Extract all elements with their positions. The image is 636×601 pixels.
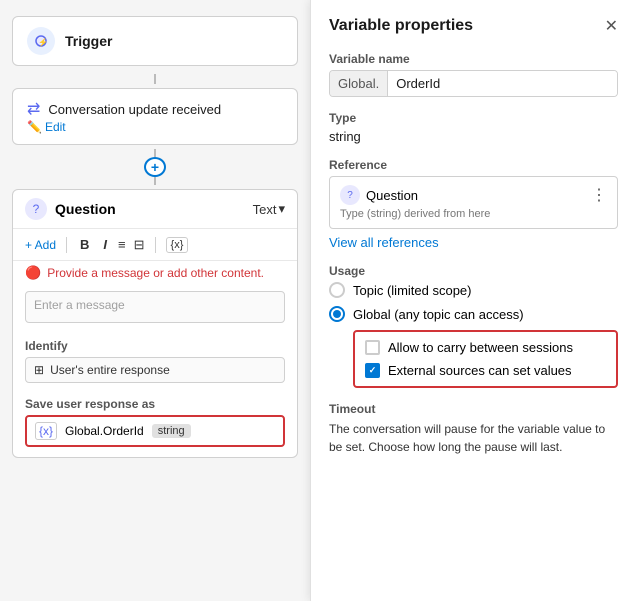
global-options-box: Allow to carry between sessions ✓ Extern… xyxy=(353,330,618,388)
usage-section: Usage Topic (limited scope) Global (any … xyxy=(329,264,618,388)
question-toolbar: + Add B I ≡ ⊟ {x} xyxy=(13,229,297,261)
type-value: string xyxy=(329,129,618,144)
error-icon: 🔴 xyxy=(25,265,41,281)
separator-1 xyxy=(66,237,67,253)
allow-carry-row: Allow to carry between sessions xyxy=(365,340,606,355)
reference-box: ? Question ⋮ Type (string) derived from … xyxy=(329,176,618,229)
identify-label: Identify xyxy=(25,339,285,353)
question-icon: ? xyxy=(25,198,47,220)
type-section: Type string xyxy=(329,111,618,144)
trigger-card: ⚡ Trigger xyxy=(12,16,298,66)
topic-label: Topic (limited scope) xyxy=(353,283,472,298)
usage-label: Usage xyxy=(329,264,618,278)
type-selector[interactable]: Text ▾ xyxy=(253,201,285,217)
view-all-references-link[interactable]: View all references xyxy=(329,235,439,250)
external-sources-label: External sources can set values xyxy=(388,363,572,378)
reference-row: ? Question ⋮ xyxy=(340,185,607,205)
external-sources-row: ✓ External sources can set values xyxy=(365,363,606,378)
separator-2 xyxy=(155,237,156,253)
save-var-name: Global.OrderId xyxy=(65,424,144,438)
identify-box[interactable]: ⊞ User's entire response xyxy=(25,357,285,383)
question-header: ? Question Text ▾ xyxy=(13,190,297,229)
variable-name-value[interactable]: OrderId xyxy=(388,71,617,96)
topic-radio[interactable] xyxy=(329,282,345,298)
type-label: Text xyxy=(253,202,277,217)
left-panel: ⚡ Trigger ⇄ Conversation update received… xyxy=(0,0,310,601)
save-section: Save user response as {x} Global.OrderId… xyxy=(13,391,297,457)
question-header-left: ? Question xyxy=(25,198,116,220)
variable-prefix: Global. xyxy=(330,71,388,96)
variable-name-box: Global. OrderId xyxy=(329,70,618,97)
trigger-icon: ⚡ xyxy=(27,27,55,55)
panel-title: Variable properties xyxy=(329,17,473,35)
save-box[interactable]: {x} Global.OrderId string xyxy=(25,415,285,447)
conversation-card: ⇄ Conversation update received ✏️ Edit xyxy=(12,88,298,145)
variable-name-label: Variable name xyxy=(329,52,618,66)
ordered-list-button[interactable]: ⊟ xyxy=(134,237,145,253)
conversation-icon: ⇄ xyxy=(27,99,40,119)
italic-button[interactable]: I xyxy=(100,235,110,254)
timeout-description: The conversation will pause for the vari… xyxy=(329,420,618,456)
reference-label: Reference xyxy=(329,158,618,172)
question-card: ? Question Text ▾ + Add B I ≡ ⊟ {x} 🔴 Pr… xyxy=(12,189,298,458)
global-radio-inner xyxy=(333,310,341,318)
global-radio-row[interactable]: Global (any topic can access) xyxy=(329,306,618,322)
trigger-label: Trigger xyxy=(65,33,112,49)
connector-1 xyxy=(12,74,298,84)
svg-text:⚡: ⚡ xyxy=(38,37,48,47)
variable-icon: {x} xyxy=(35,422,57,440)
reference-sub: Type (string) derived from here xyxy=(340,208,607,220)
timeout-label: Timeout xyxy=(329,402,618,416)
identify-value: User's entire response xyxy=(50,363,170,377)
allow-carry-label: Allow to carry between sessions xyxy=(388,340,573,355)
variable-button[interactable]: {x} xyxy=(166,237,189,253)
variable-name-section: Variable name Global. OrderId xyxy=(329,52,618,97)
reference-question-icon: ? xyxy=(340,185,360,205)
allow-carry-checkbox[interactable] xyxy=(365,340,380,355)
global-label: Global (any topic can access) xyxy=(353,307,524,322)
more-options-icon[interactable]: ⋮ xyxy=(591,185,607,205)
chevron-down-icon: ▾ xyxy=(278,201,285,217)
list-button[interactable]: ≡ xyxy=(118,237,126,252)
edit-pencil-icon: ✏️ xyxy=(27,120,42,134)
external-sources-checkbox[interactable]: ✓ xyxy=(365,363,380,378)
panel-header: Variable properties ✕ xyxy=(329,16,618,36)
close-button[interactable]: ✕ xyxy=(605,16,618,36)
reference-section: Reference ? Question ⋮ Type (string) der… xyxy=(329,158,618,250)
edit-link[interactable]: ✏️ Edit xyxy=(27,120,66,134)
add-connector: + xyxy=(12,149,298,185)
reference-name: Question xyxy=(366,188,418,203)
identify-section: Identify ⊞ User's entire response xyxy=(13,333,297,391)
table-icon: ⊞ xyxy=(34,363,44,377)
timeout-section: Timeout The conversation will pause for … xyxy=(329,402,618,456)
bold-button[interactable]: B xyxy=(77,235,92,254)
save-label: Save user response as xyxy=(25,397,285,411)
variable-properties-panel: Variable properties ✕ Variable name Glob… xyxy=(310,0,636,601)
save-type-badge: string xyxy=(152,424,191,438)
message-input[interactable]: Enter a message xyxy=(25,291,285,323)
message-placeholder: Enter a message xyxy=(34,298,125,312)
add-node-button[interactable]: + xyxy=(144,157,166,177)
reference-left: ? Question xyxy=(340,185,418,205)
error-text: Provide a message or add other content. xyxy=(47,266,264,280)
type-label: Type xyxy=(329,111,618,125)
add-button[interactable]: + Add xyxy=(25,238,56,252)
topic-radio-row[interactable]: Topic (limited scope) xyxy=(329,282,618,298)
question-label: Question xyxy=(55,201,116,217)
checkmark-icon: ✓ xyxy=(369,365,377,376)
global-radio[interactable] xyxy=(329,306,345,322)
error-row: 🔴 Provide a message or add other content… xyxy=(13,261,297,285)
conversation-title: Conversation update received xyxy=(48,102,221,117)
